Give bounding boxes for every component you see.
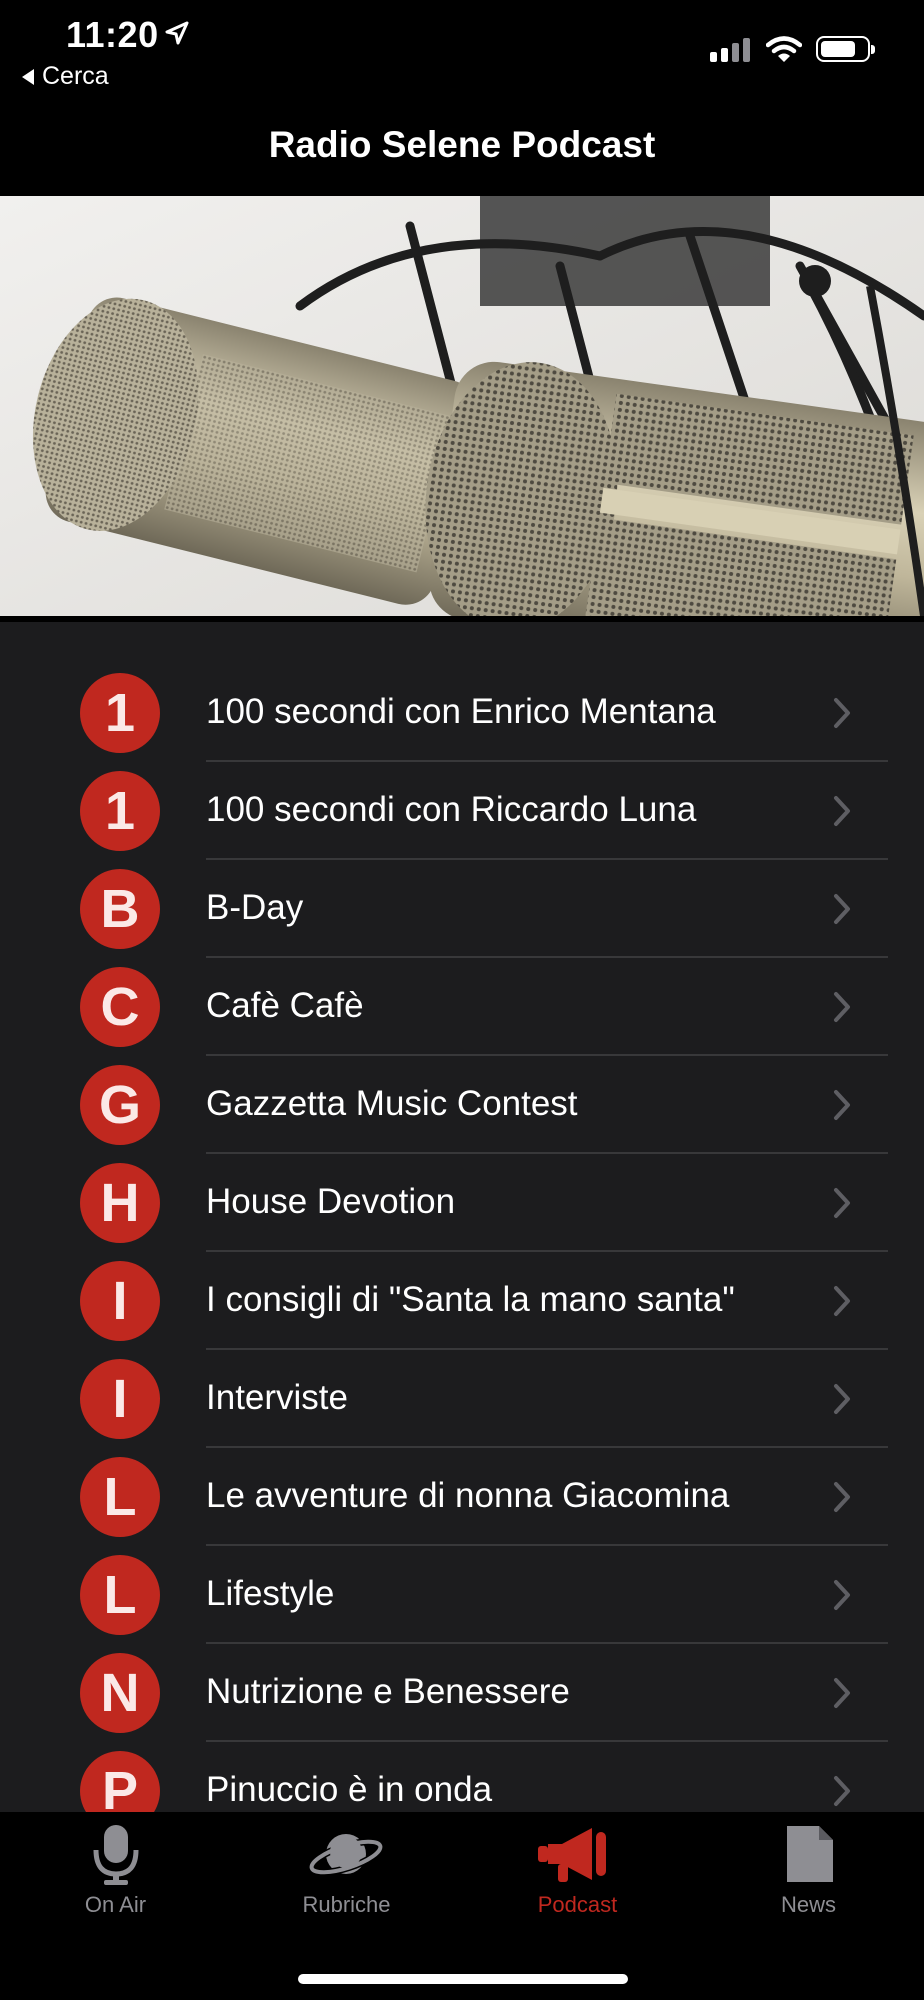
- tab-podcast[interactable]: Podcast: [462, 1812, 693, 1932]
- podcast-title: 100 secondi con Riccardo Luna: [206, 790, 697, 829]
- chevron-right-icon: [834, 1678, 850, 1708]
- podcast-title: 100 secondi con Enrico Mentana: [206, 692, 716, 731]
- tab-bar: On Air Rubriche Podcast News: [0, 1812, 924, 2000]
- cellular-signal-icon: [710, 38, 750, 62]
- initial-badge: 1: [80, 673, 160, 753]
- podcast-title: Cafè Cafè: [206, 986, 364, 1025]
- header-microphone-image: [0, 196, 924, 616]
- chevron-right-icon: [834, 1482, 850, 1512]
- podcast-title: Lifestyle: [206, 1574, 335, 1613]
- initial-badge: N: [80, 1653, 160, 1733]
- chevron-right-icon: [834, 992, 850, 1022]
- tab-label: News: [780, 1892, 836, 1917]
- chevron-right-icon: [834, 894, 850, 924]
- podcast-title: Interviste: [206, 1378, 348, 1417]
- initial-badge: P: [80, 1751, 160, 1812]
- podcast-list-item[interactable]: L Le avventure di nonna Giacomina: [0, 1448, 924, 1546]
- podcast-list-item[interactable]: L Lifestyle: [0, 1546, 924, 1644]
- podcast-title: House Devotion: [206, 1182, 456, 1221]
- chevron-right-icon: [834, 1188, 850, 1218]
- podcast-list-item[interactable]: C Cafè Cafè: [0, 958, 924, 1056]
- podcast-list-item[interactable]: I I consigli di "Santa la mano santa": [0, 1252, 924, 1350]
- initial-badge: I: [80, 1359, 160, 1439]
- chevron-right-icon: [834, 1286, 850, 1316]
- podcast-list-item[interactable]: 1 100 secondi con Riccardo Luna: [0, 762, 924, 860]
- initial-badge: H: [80, 1163, 160, 1243]
- podcast-list-item[interactable]: I Interviste: [0, 1350, 924, 1448]
- initial-badge: I: [80, 1261, 160, 1341]
- podcast-list-item[interactable]: P Pinuccio è in onda: [0, 1742, 924, 1812]
- chevron-right-icon: [834, 698, 850, 728]
- location-arrow-icon: [165, 21, 189, 45]
- chevron-right-icon: [834, 1384, 850, 1414]
- battery-icon: [816, 36, 875, 62]
- podcast-list-item[interactable]: 1 100 secondi con Enrico Mentana: [0, 664, 924, 762]
- back-triangle-icon: [22, 68, 34, 85]
- tab-label: On Air: [84, 1892, 147, 1917]
- tab-rubriche[interactable]: Rubriche: [231, 1812, 462, 1932]
- tab-on-air[interactable]: On Air: [0, 1812, 231, 1932]
- tab-label: Rubriche: [302, 1892, 391, 1917]
- status-bar: 11:20 Cerca: [0, 0, 924, 100]
- podcast-list-item[interactable]: H House Devotion: [0, 1154, 924, 1252]
- podcast-title: I consigli di "Santa la mano santa": [206, 1280, 735, 1319]
- wifi-icon: [766, 36, 802, 62]
- initial-badge: C: [80, 967, 160, 1047]
- podcast-title: Gazzetta Music Contest: [206, 1084, 578, 1123]
- chevron-right-icon: [834, 1580, 850, 1610]
- initial-badge: G: [80, 1065, 160, 1145]
- chevron-right-icon: [834, 1776, 850, 1806]
- initial-badge: L: [80, 1457, 160, 1537]
- navigation-bar: Radio Selene Podcast: [0, 100, 924, 196]
- initial-badge: 1: [80, 771, 160, 851]
- podcast-title: Pinuccio è in onda: [206, 1770, 493, 1809]
- podcast-list-item[interactable]: N Nutrizione e Benessere: [0, 1644, 924, 1742]
- planet-icon: [308, 1834, 384, 1876]
- home-indicator: [298, 1974, 628, 1984]
- podcast-list-item[interactable]: B B-Day: [0, 860, 924, 958]
- microphone-icon: [93, 1825, 139, 1885]
- podcast-title: Le avventure di nonna Giacomina: [206, 1476, 730, 1515]
- initial-badge: B: [80, 869, 160, 949]
- podcast-list-item[interactable]: G Gazzetta Music Contest: [0, 1056, 924, 1154]
- megaphone-icon: [538, 1828, 606, 1882]
- tab-label: Podcast: [537, 1892, 618, 1917]
- back-to-search-button[interactable]: Cerca: [22, 62, 109, 91]
- document-icon: [787, 1826, 833, 1882]
- chevron-right-icon: [834, 1090, 850, 1120]
- chevron-right-icon: [834, 796, 850, 826]
- initial-badge: L: [80, 1555, 160, 1635]
- podcast-title: Nutrizione e Benessere: [206, 1672, 570, 1711]
- podcast-list[interactable]: 1 100 secondi con Enrico Mentana 1 100 seco…: [0, 622, 924, 1812]
- page-title: Radio Selene Podcast: [268, 124, 656, 165]
- tab-news[interactable]: News: [693, 1812, 924, 1932]
- status-time: 11:20: [66, 14, 159, 55]
- podcast-title: B-Day: [206, 888, 304, 927]
- back-label: Cerca: [42, 62, 109, 90]
